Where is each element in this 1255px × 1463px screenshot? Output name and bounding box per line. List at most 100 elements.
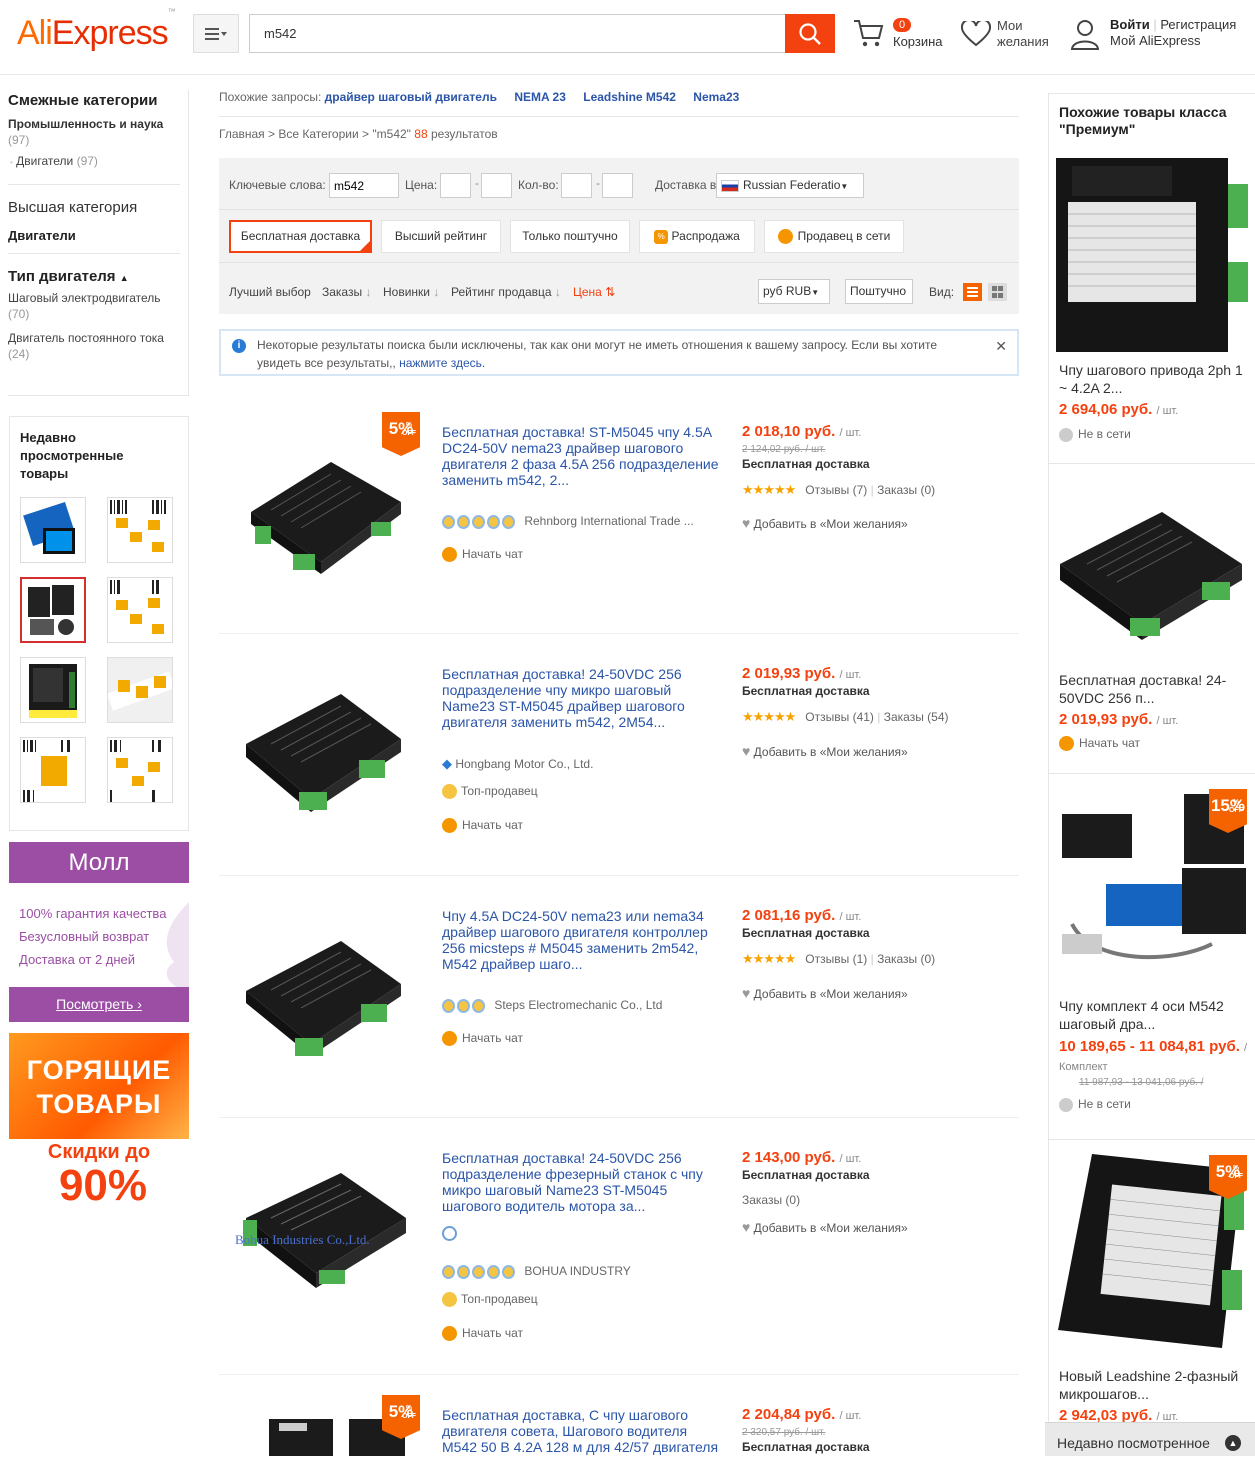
orders-count: Заказы (0) [877,952,936,966]
recent-thumb[interactable] [20,497,86,563]
mall-view-button[interactable]: Посмотреть › [9,987,189,1022]
similar-search-link[interactable]: драйвер шаговый двигатель [325,90,497,104]
motor-type-stepper-link[interactable]: Шаговый электродвигатель [8,291,161,305]
recent-thumb[interactable] [107,577,173,643]
recent-thumb[interactable] [107,497,173,563]
recent-thumb[interactable] [107,657,173,723]
premium-title-link[interactable]: Чпу комплект 4 оси M542 шаговый дра... [1059,997,1244,1033]
currency-select[interactable]: руб RUB▼ [758,279,830,304]
premium-title-link[interactable]: Чпу шагового привода 2ph 1 ~ 4.2A 2... [1059,361,1244,397]
reviews-link[interactable]: Отзывы (1) [805,952,867,966]
register-link[interactable]: Регистрация [1160,17,1236,32]
recent-thumb-selected[interactable] [20,577,86,643]
sort-seller-rating[interactable]: Рейтинг продавца ↓ [451,285,561,299]
heart-icon: ♥ [742,1219,751,1235]
sort-best-match[interactable]: Лучший выбор [229,285,311,299]
quantity-max-input[interactable] [602,173,633,198]
product-title-link[interactable]: Бесплатная доставка! 24-50VDC 256 подраз… [442,666,722,730]
add-to-wishlist-link[interactable]: ♥ Добавить в «Мои желания» [742,515,908,531]
breadcrumb-home[interactable]: Главная [219,127,265,141]
seller-name-link[interactable]: Hongbang Motor Co., Ltd. [455,757,593,771]
sale-filter[interactable]: % Распродажа [639,220,755,253]
grid-view-button[interactable] [988,283,1007,301]
breadcrumb-all[interactable]: Все Категории [278,127,358,141]
premium-image[interactable] [1052,484,1250,682]
wishlist-link[interactable] [960,18,992,50]
product-image[interactable] [231,422,411,602]
chat-icon [442,547,457,563]
close-icon[interactable]: ✕ [995,337,1007,355]
top-rated-filter[interactable]: Высший рейтинг [381,220,501,253]
motor-type-title[interactable]: Тип двигателя ▲ [8,268,129,285]
reviews-link[interactable]: Отзывы (7) [805,483,867,497]
signin-link[interactable]: Войти [1110,17,1150,32]
unit-select[interactable]: Поштучно [845,279,913,304]
single-unit-filter[interactable]: Только поштучно [510,220,630,253]
my-account-link[interactable]: Мой AliExpress [1110,33,1236,49]
premium-card: Чпу шагового привода 2ph 1 ~ 4.2A 2... 2… [1049,94,1255,464]
add-to-wishlist-link[interactable]: ♥ Добавить в «Мои желания» [742,985,908,1001]
hot-deals-banner[interactable]: ГОРЯЩИЕ ТОВАРЫ Скидки до 90% [9,1033,189,1213]
add-to-wishlist-link[interactable]: ♥ Добавить в «Мои желания» [742,743,908,759]
quantity-min-input[interactable] [561,173,592,198]
seller-name-link[interactable]: Steps Electromechanic Co., Ltd [494,998,662,1012]
aliexpress-logo[interactable]: AliExpress™ [17,7,176,53]
start-chat-link[interactable]: Начать чат [442,818,523,834]
seller-name-link[interactable]: BOHUA INDUSTRY [524,1264,630,1278]
similar-search-link[interactable]: Nema23 [693,90,739,104]
recently-viewed-title: Недавно просмотренные товары [20,430,124,481]
price-max-input[interactable] [481,173,512,198]
related-category-link[interactable]: Промышленность и наука [8,117,163,131]
related-subcategory-link[interactable]: • Двигатели (97) [10,154,98,168]
premium-title-link[interactable]: Новый Leadshine 2-фазный микрошагов... [1059,1367,1244,1403]
similar-search-link[interactable]: Leadshine M542 [583,90,676,104]
free-shipping-filter[interactable]: Бесплатная доставка [229,220,372,253]
product-title-link[interactable]: Чпу 4.5A DC24-50V nema23 или nema34 драй… [442,908,722,972]
keyword-input[interactable] [329,173,399,198]
rating-row: ★★★★★ Отзывы (1) | Заказы (0) [742,951,936,966]
premium-title-link[interactable]: Бесплатная доставка! 24-50VDC 256 п... [1059,671,1244,707]
cart-label[interactable]: Корзина [893,34,943,50]
cart-link[interactable] [853,18,885,51]
product-image[interactable]: Bohua Industries Co.,Ltd. [231,1148,411,1328]
notice-show-all-link[interactable]: нажмите здесь. [399,356,485,370]
sort-price[interactable]: Цена ⇅ [573,285,615,299]
account-icon-wrap[interactable] [1070,18,1100,53]
sort-orders[interactable]: Заказы ↓ [322,285,371,299]
product-title-link[interactable]: Бесплатная доставка! ST-M5045 чпу 4.5A D… [442,424,722,488]
search-button[interactable] [785,14,835,53]
price-min-input[interactable] [440,173,471,198]
similar-search-link[interactable]: NEMA 23 [514,90,566,104]
list-view-button[interactable] [963,283,982,301]
start-chat-link[interactable]: Начать чат [442,1031,523,1047]
recent-thumb[interactable] [107,737,173,803]
search-input[interactable] [249,14,786,53]
start-chat-link[interactable]: Начать чат [442,1326,523,1342]
product-image[interactable] [231,906,411,1086]
product-item: Бесплатная доставка! 24-50VDC 256 подраз… [219,634,1019,876]
reviews-link[interactable]: Отзывы (41) [805,710,874,724]
top-category-link[interactable]: Двигатели [8,228,76,243]
sort-newest[interactable]: Новинки ↓ [383,285,439,299]
add-to-wishlist-link[interactable]: ♥ Добавить в «Мои желания» [742,1219,908,1235]
shipping-label: Бесплатная доставка [742,1168,870,1182]
start-chat-link[interactable]: Начать чат [442,547,523,563]
related-category-count: (97) [8,133,30,147]
product-title-link[interactable]: Бесплатная доставка, С чпу шагового двиг… [442,1407,722,1455]
categories-menu-button[interactable] [193,14,239,53]
recent-thumb[interactable] [20,737,86,803]
ship-to-select[interactable]: Russian Federatio▼ [716,173,864,198]
premium-image[interactable] [1052,154,1250,352]
product-image[interactable] [231,664,411,844]
seller-online-filter[interactable]: Продавец в сети [764,220,904,253]
product-title-link[interactable]: Бесплатная доставка! 24-50VDC 256 подраз… [442,1150,722,1214]
mall-promo[interactable]: Молл 100% гарантия качества Безусловный … [9,842,189,1022]
motor-type-dc-link[interactable]: Двигатель постоянного тока [8,331,164,345]
recent-thumb[interactable] [20,657,86,723]
start-chat-link[interactable]: Начать чат [1059,736,1140,752]
mall-title: Молл [9,842,189,883]
seller-name-link[interactable]: Rehnborg International Trade ... [524,514,693,528]
related-categories-title: Смежные категории [8,92,158,109]
wishlist-label[interactable]: Мои желания [997,18,1049,50]
recently-viewed-bar[interactable]: Недавно посмотренное ▲ [1045,1422,1255,1456]
